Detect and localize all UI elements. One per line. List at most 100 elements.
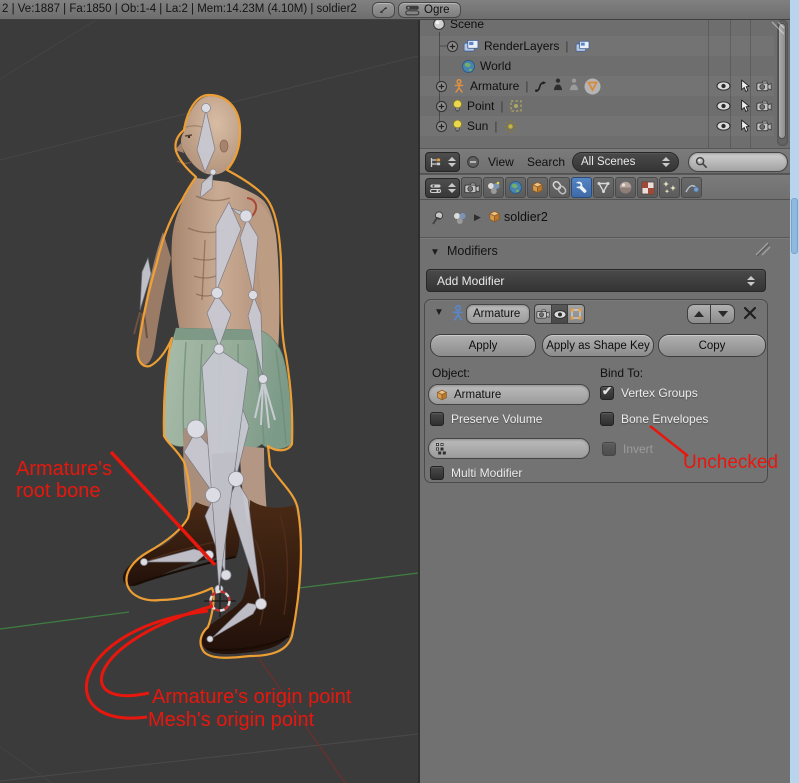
info-header: 2 | Ve:1887 | Fa:1850 | Ob:1-4 | La:2 | …: [0, 0, 790, 20]
selectable-toggle-cursor-icon[interactable]: [736, 119, 754, 133]
modifier-render-toggle[interactable]: [534, 304, 551, 324]
tab-modifiers[interactable]: [571, 177, 592, 198]
render-toggle-camera-icon[interactable]: [755, 79, 773, 93]
annotation-root-bone: Armature's root bone: [16, 458, 144, 503]
expand-icon[interactable]: [446, 40, 459, 53]
search-box[interactable]: [688, 152, 788, 172]
object-selector[interactable]: Armature: [428, 384, 590, 405]
render-engine-select[interactable]: Ogre: [398, 2, 461, 18]
tab-constraints[interactable]: [549, 177, 570, 198]
move-modifier-down-button[interactable]: [711, 304, 735, 324]
preserve-volume-checkbox[interactable]: [430, 412, 444, 426]
expand-icon[interactable]: [435, 80, 448, 93]
apply-button[interactable]: Apply: [430, 334, 536, 357]
3d-viewport[interactable]: Armature's root bone Armature's origin p…: [0, 20, 418, 783]
outliner-row-scene[interactable]: Scene: [420, 20, 774, 34]
updown-arrows-icon: [747, 276, 755, 286]
outliner-editor[interactable]: Scene RenderLayers | World Armature |: [420, 20, 790, 148]
menu-search[interactable]: Search: [527, 155, 565, 169]
preserve-volume-label: Preserve Volume: [451, 412, 542, 426]
window-scrollbar[interactable]: [790, 0, 799, 783]
window-scrollbar-thumb[interactable]: [791, 198, 798, 254]
delete-modifier-icon[interactable]: [743, 306, 757, 320]
menu-view[interactable]: View: [488, 155, 514, 169]
lamp-icon: [452, 99, 463, 114]
scene-stats: 2 | Ve:1887 | Fa:1850 | Ob:1-4 | La:2 | …: [2, 3, 357, 15]
tab-material[interactable]: [615, 177, 636, 198]
world-tab-icon: [508, 180, 523, 195]
tab-render[interactable]: [461, 177, 482, 198]
side-panels: Scene RenderLayers | World Armature |: [418, 20, 790, 783]
cube-icon: [435, 388, 449, 402]
collapse-menus-icon[interactable]: [466, 155, 480, 169]
modifier-wrench-icon: [574, 180, 589, 195]
screencast-button[interactable]: [372, 2, 395, 18]
display-filter-select[interactable]: All Scenes: [572, 152, 679, 172]
selectable-toggle-cursor-icon[interactable]: [736, 99, 754, 113]
outliner-row-point[interactable]: Point |: [420, 96, 774, 116]
tab-physics[interactable]: [681, 177, 702, 198]
armature-ghost-icon: [568, 78, 580, 94]
outliner-row-renderlayers[interactable]: RenderLayers |: [420, 36, 774, 56]
modifier-name-field[interactable]: [466, 304, 530, 324]
constraint-chain-icon: [552, 180, 567, 195]
data-triangle-icon: [596, 180, 611, 195]
physics-icon: [684, 180, 699, 195]
search-input[interactable]: [708, 156, 778, 168]
expand-icon[interactable]: [435, 120, 448, 133]
search-icon: [695, 156, 708, 169]
render-toggle-camera-icon[interactable]: [755, 99, 773, 113]
breadcrumb-cube-icon: [487, 209, 502, 224]
add-modifier-dropdown[interactable]: Add Modifier: [426, 269, 766, 292]
expand-icon[interactable]: [435, 100, 448, 113]
scrollbar-thumb[interactable]: [778, 23, 786, 139]
editor-type-button-outliner[interactable]: [425, 152, 460, 172]
selectable-toggle-cursor-icon[interactable]: [736, 79, 754, 93]
point-lamp-data-icon: [509, 99, 523, 113]
tab-scene[interactable]: [483, 177, 504, 198]
modifier-viewport-toggle[interactable]: [551, 304, 568, 324]
apply-as-shape-key-button[interactable]: Apply as Shape Key: [542, 334, 654, 357]
breadcrumb-scene-icon[interactable]: [452, 210, 467, 225]
outliner-header: View Search All Scenes: [420, 148, 790, 174]
breadcrumb-object[interactable]: soldier2: [504, 210, 548, 224]
row-label: Sun: [467, 119, 488, 133]
tab-particles[interactable]: [659, 177, 680, 198]
updown-arrows-icon: [448, 183, 456, 193]
scene-tab-icon: [486, 180, 501, 195]
engine-icon: [405, 5, 420, 16]
vertex-groups-checkbox[interactable]: ✔: [600, 386, 614, 400]
texture-checker-icon: [641, 181, 655, 195]
particles-icon: [662, 180, 677, 195]
renderlayers-icon: [463, 39, 480, 53]
outliner-row-armature[interactable]: Armature |: [420, 76, 774, 96]
tab-object[interactable]: [527, 177, 548, 198]
lamp-icon: [452, 119, 463, 134]
renderlayer-data-icon: [575, 40, 591, 53]
modifier-editmode-toggle[interactable]: [568, 304, 585, 324]
updown-arrows-icon: [448, 157, 456, 167]
outliner-row-world[interactable]: World: [420, 56, 774, 76]
corner-resize-hatch[interactable]: [764, 20, 786, 36]
panel-collapse-arrow[interactable]: ▼: [430, 247, 440, 258]
armature-data-icon: [552, 78, 564, 94]
panel-drag-hatch[interactable]: [748, 241, 772, 259]
move-modifier-up-button[interactable]: [687, 304, 711, 324]
modifier-expand-arrow[interactable]: ▼: [434, 307, 444, 318]
vertex-group-field[interactable]: [428, 438, 590, 459]
render-toggle-camera-icon[interactable]: [755, 119, 773, 133]
tab-object-data[interactable]: [593, 177, 614, 198]
annotation-unchecked: Unchecked: [683, 452, 778, 474]
copy-button[interactable]: Copy: [658, 334, 766, 357]
object-cube-icon: [530, 180, 545, 195]
updown-arrows-icon: [662, 157, 670, 167]
pin-icon[interactable]: [430, 210, 446, 226]
tab-texture[interactable]: [637, 177, 658, 198]
panel-title[interactable]: Modifiers: [447, 244, 498, 258]
multi-modifier-checkbox[interactable]: [430, 466, 444, 480]
outliner-row-sun[interactable]: Sun |: [420, 116, 774, 136]
editor-type-button-properties[interactable]: [425, 178, 460, 198]
outliner-scrollbar[interactable]: [777, 20, 788, 146]
bone-envelopes-checkbox[interactable]: [600, 412, 614, 426]
tab-world[interactable]: [505, 177, 526, 198]
